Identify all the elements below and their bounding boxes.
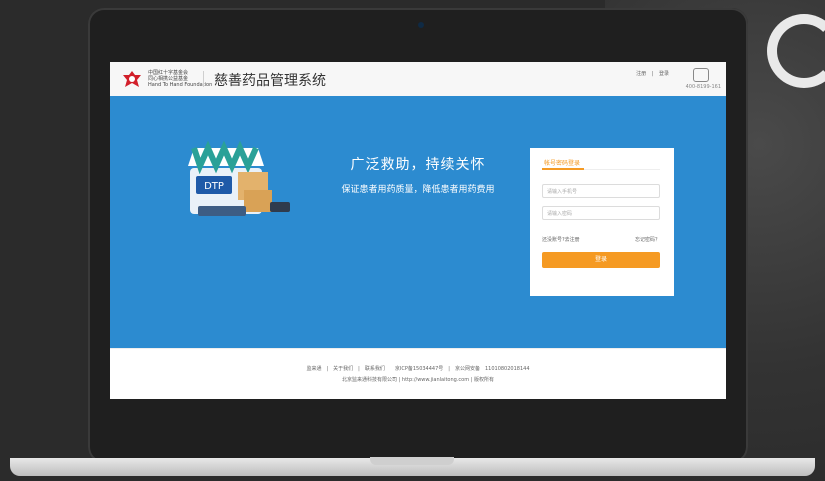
auth-links: 注册 | 登录 — [634, 70, 671, 77]
password-input[interactable]: 请输入密码 — [542, 206, 660, 220]
active-tab-indicator — [542, 168, 584, 170]
username-input[interactable]: 请输入手机号 — [542, 184, 660, 198]
shop-sign: DTP — [204, 181, 224, 192]
logo-icon — [123, 71, 141, 87]
pharmacy-shop-icon: DTP — [188, 140, 290, 216]
phone-icon — [693, 68, 709, 82]
login-button[interactable]: 登录 — [542, 252, 660, 268]
tab-underline — [542, 168, 660, 170]
system-title: 慈善药品管理系统 — [214, 73, 326, 89]
link-separator: | — [651, 71, 654, 77]
footer-line-1: 监来通 | 关于我们 | 联系我们 京ICP备15034447号 | 京公网安备… — [306, 366, 530, 372]
laptop-notch — [370, 457, 454, 465]
top-header: 中国红十字基金会 同心相携公益基金 Hand To Hand Foundatio… — [110, 62, 726, 97]
forgot-password-link[interactable]: 忘记密码？ — [635, 236, 660, 243]
hero-subline: 保证患者用药质量，降低患者用药费用 — [341, 185, 495, 195]
footer-line-2: 北京监来通科技有限公司 | http://www.jianlaitong.com… — [342, 377, 494, 383]
slogan: 广泛救助，持续关怀 保证患者用药质量，降低患者用药费用 — [318, 154, 518, 195]
hotline: 400-8199-161 — [685, 84, 721, 90]
login-links: 还没账号?去注册 忘记密码？ — [542, 236, 660, 243]
app-screen: 中国红十字基金会 同心相携公益基金 Hand To Hand Foundatio… — [110, 62, 726, 399]
laptop-frame: 中国红十字基金会 同心相携公益基金 Hand To Hand Foundatio… — [88, 8, 748, 463]
hero-headline: 广泛救助，持续关怀 — [350, 157, 486, 173]
header-divider — [203, 71, 204, 87]
login-link[interactable]: 登录 — [659, 71, 669, 77]
register-link[interactable]: 还没账号?去注册 — [542, 237, 580, 243]
webcam — [418, 22, 424, 28]
login-tab-account[interactable]: 帐号密码登录 — [544, 158, 580, 167]
hero-banner: DTP 广泛救助，持续关怀 保证患者用药质量，降低患者用药费用 帐号密码登录 请… — [110, 96, 726, 348]
login-card: 帐号密码登录 请输入手机号 请输入密码 还没账号?去注册 忘记密码？ 登录 — [530, 148, 674, 296]
register-link[interactable]: 注册 — [636, 71, 646, 77]
page-footer: 监来通 | 关于我们 | 联系我们 京ICP备15034447号 | 京公网安备… — [110, 348, 726, 399]
